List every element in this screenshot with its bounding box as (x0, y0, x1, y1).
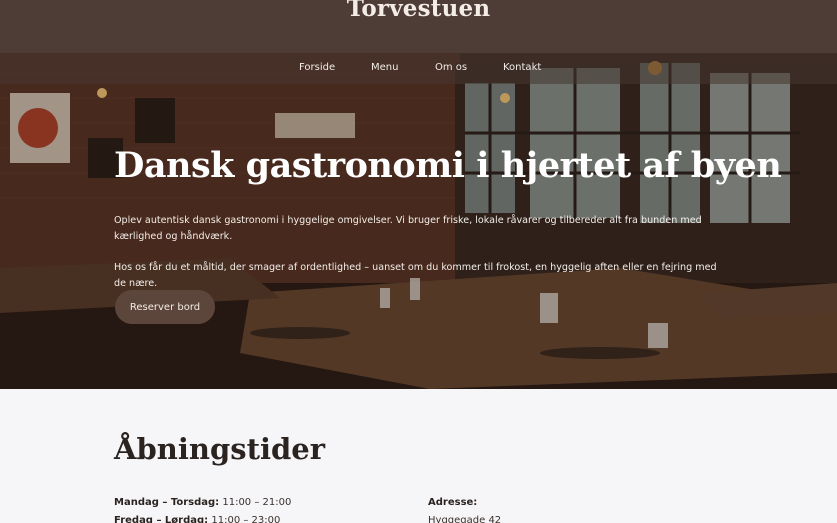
hours-days: Mandag – Torsdag: (114, 497, 220, 508)
brand-logo[interactable]: Torvestuen (0, 0, 837, 22)
address-street: Hyggegade 42 (428, 515, 502, 523)
hours-row: Mandag – Torsdag: 11:00 – 21:00 (114, 497, 291, 508)
hours-time: 11:00 – 23:00 (211, 515, 281, 523)
hours-days: Fredag – Lørdag: (114, 515, 209, 523)
reserve-table-button[interactable]: Reserver bord (115, 290, 215, 324)
hero-title: Dansk gastronomi i hjertet af byen (114, 145, 782, 186)
nav-link-om-os[interactable]: Om os (435, 62, 467, 73)
hours-row: Fredag – Lørdag: 11:00 – 23:00 (114, 515, 280, 523)
address-label-text: Adresse: (428, 497, 478, 508)
hero-paragraph-2: Hos os får du et måltid, der smager af o… (114, 262, 717, 289)
nav-link-forside[interactable]: Forside (299, 62, 335, 73)
site-header: Torvestuen (0, 0, 837, 53)
nav-link-menu[interactable]: Menu (371, 62, 398, 73)
hero-paragraph-1: Oplev autentisk dansk gastronomi i hygge… (114, 215, 702, 242)
main-navigation: Forside Menu Om os Kontakt (0, 53, 837, 84)
hero-section: Forside Menu Om os Kontakt Dansk gastron… (0, 53, 837, 389)
nav-link-kontakt[interactable]: Kontakt (503, 62, 541, 73)
opening-hours-title: Åbningstider (114, 432, 325, 466)
hours-time: 11:00 – 21:00 (222, 497, 292, 508)
address-label: Adresse: (428, 497, 477, 508)
